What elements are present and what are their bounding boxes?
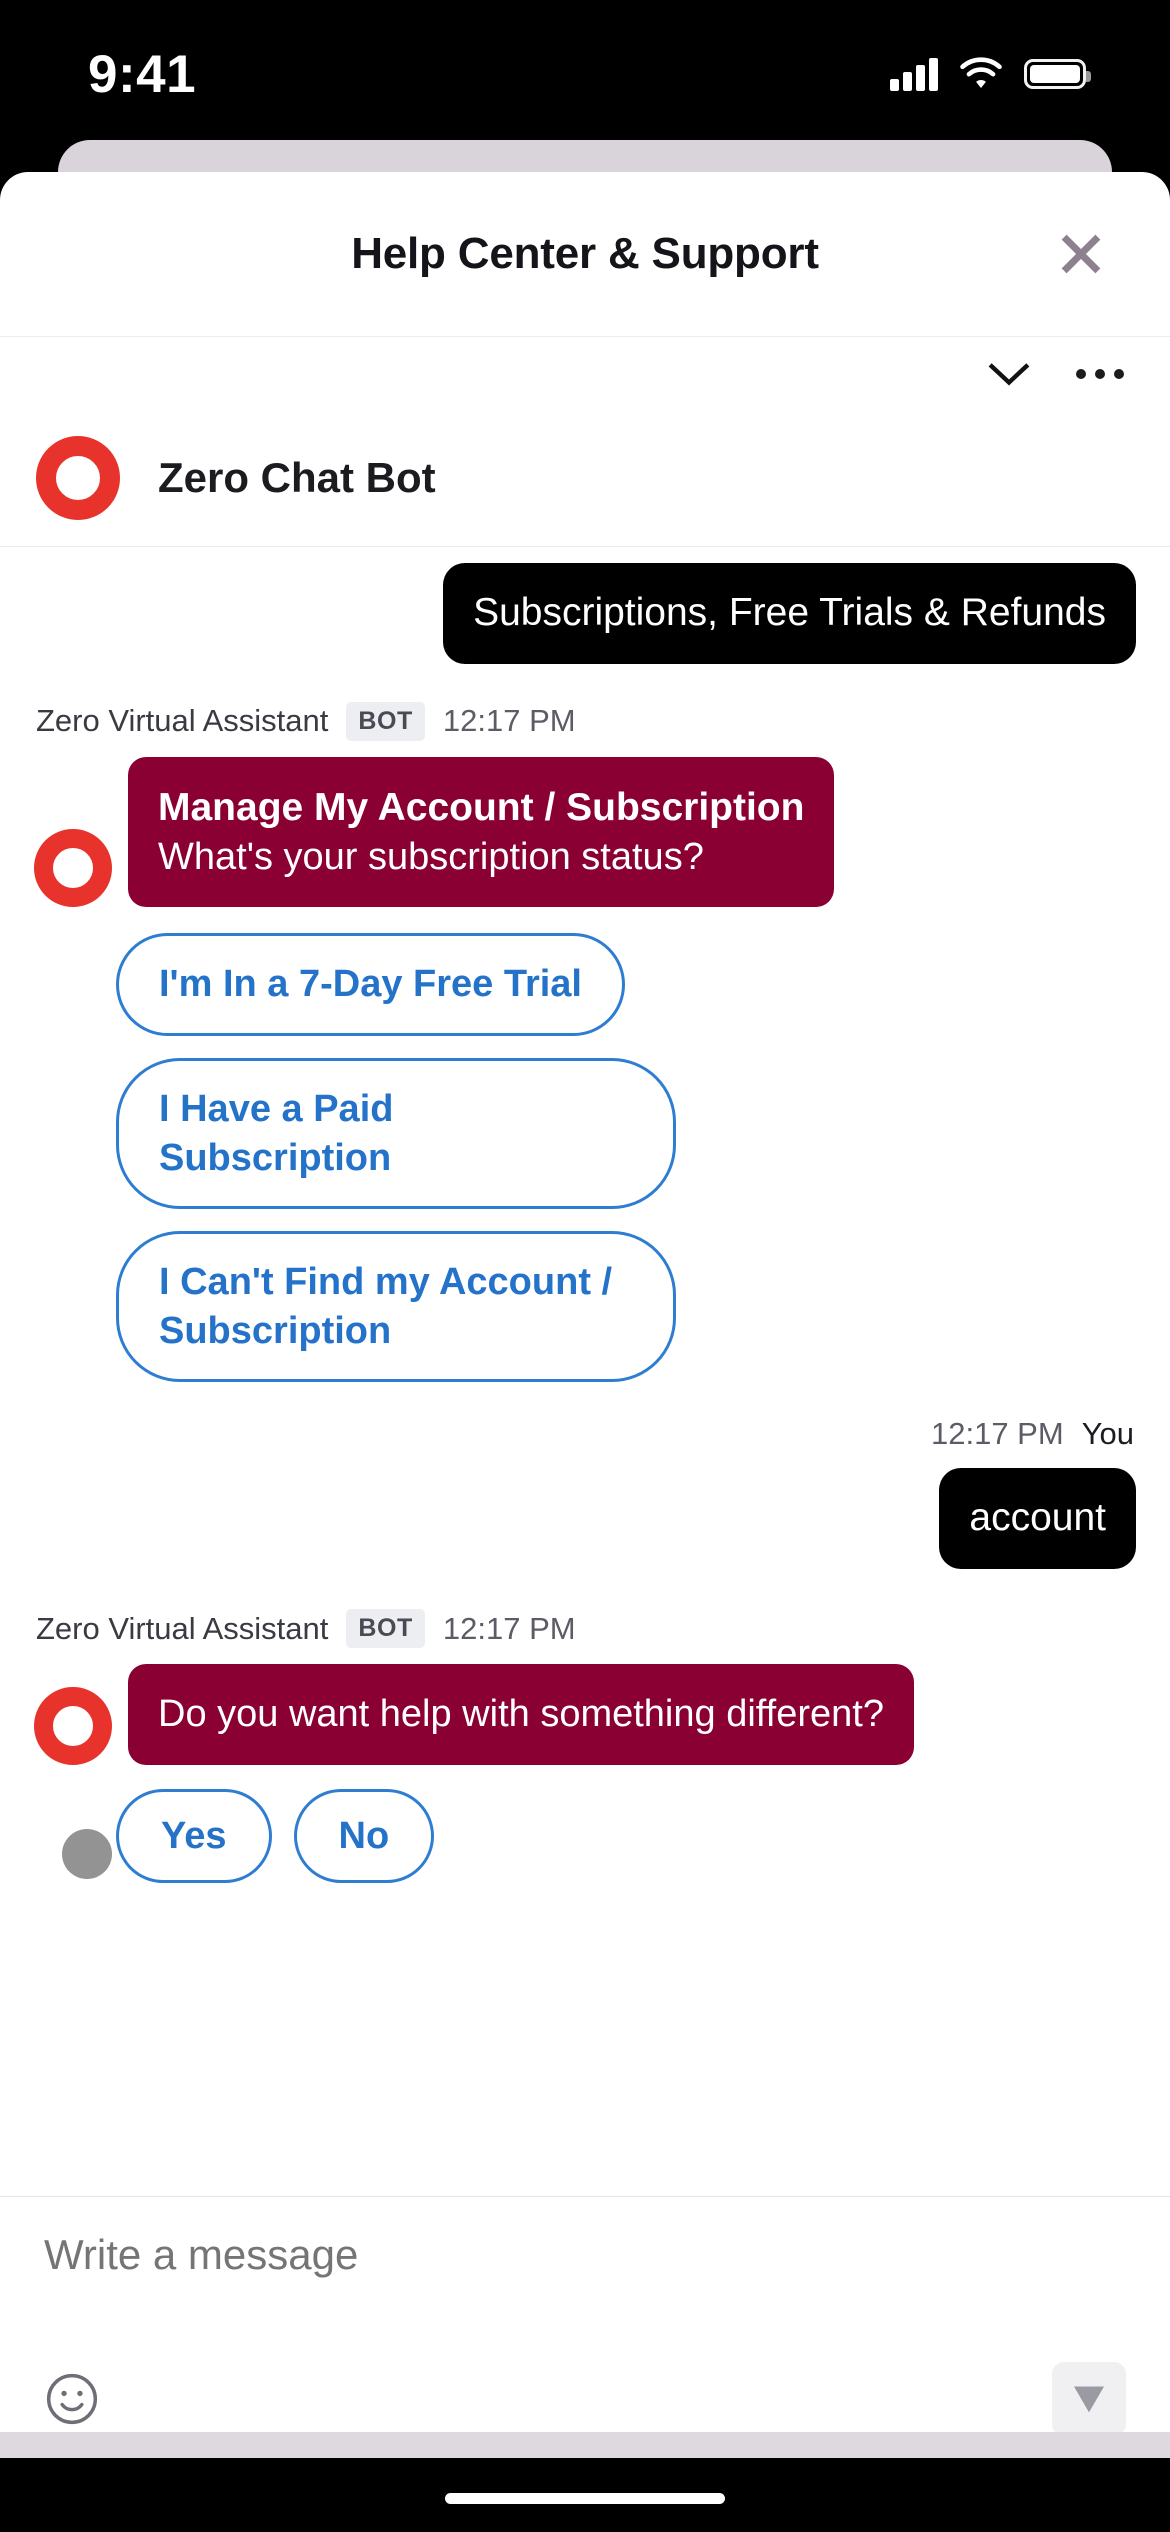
- close-button[interactable]: [1046, 219, 1116, 289]
- message-row-bot-different: Do you want help with something differen…: [0, 1664, 1170, 1765]
- emoji-button[interactable]: [44, 2371, 100, 2427]
- message-row-bot-subscription: Manage My Account / Subscription What's …: [0, 756, 1170, 908]
- bot-author-name: Zero Virtual Assistant: [36, 1610, 329, 1646]
- home-indicator[interactable]: [445, 2493, 725, 2504]
- bot-message-meta: Zero Virtual Assistant BOT 12:17 PM: [0, 1609, 1170, 1649]
- chevron-down-icon: [988, 363, 1030, 386]
- bot-message-body: Do you want help with something differen…: [158, 1693, 884, 1736]
- message-input[interactable]: [44, 2231, 1126, 2279]
- bot-message-bubble: Manage My Account / Subscription What's …: [128, 756, 835, 908]
- quick-reply-yes[interactable]: Yes: [116, 1788, 272, 1884]
- quick-reply-cant-find-account[interactable]: I Can't Find my Account / Subscription: [116, 1231, 676, 1383]
- phone-screen: 9:41 Help Center & Support Zero Chat Bot…: [0, 0, 1170, 2532]
- sheet-header: Help Center & Support: [0, 172, 1170, 337]
- quick-reply-no[interactable]: No: [293, 1788, 435, 1884]
- bot-avatar-ring-icon: [34, 829, 112, 908]
- composer-tools: [44, 2362, 1126, 2436]
- bot-avatar-ring-icon: [36, 436, 120, 520]
- message-row-user-account: account: [0, 1468, 1170, 1570]
- conversation-list[interactable]: Subscriptions, Free Trials & Refunds Zer…: [0, 547, 1170, 2196]
- collapse-chat-button[interactable]: [986, 359, 1032, 389]
- quick-reply-options: I'm In a 7-Day Free Trial I Have a Paid …: [0, 933, 1170, 1383]
- battery-icon: [1024, 59, 1091, 89]
- more-options-icon: [1076, 369, 1086, 379]
- message-composer: [0, 2196, 1170, 2458]
- user-message-author: You: [1081, 1416, 1134, 1452]
- user-message-bubble: Subscriptions, Free Trials & Refunds: [443, 563, 1136, 664]
- send-icon: [1074, 2386, 1104, 2413]
- quick-reply-paid-subscription[interactable]: I Have a Paid Subscription: [116, 1057, 676, 1210]
- bot-header-bar: Zero Chat Bot: [0, 337, 1170, 547]
- bot-avatar-ring-icon: [34, 1686, 112, 1765]
- bot-author-name: Zero Virtual Assistant: [36, 703, 329, 739]
- close-icon: [1061, 234, 1101, 274]
- bot-message-title: Manage My Account / Subscription: [158, 785, 805, 829]
- user-message-bubble: account: [939, 1468, 1136, 1570]
- user-message-time: 12:17 PM: [930, 1416, 1064, 1452]
- send-button[interactable]: [1052, 2362, 1126, 2436]
- status-time: 9:41: [88, 44, 197, 104]
- cellular-signal-icon: [890, 57, 938, 91]
- bot-identity: Zero Chat Bot: [0, 436, 436, 520]
- more-options-button[interactable]: [1076, 369, 1124, 379]
- touch-indicator: [62, 1828, 112, 1879]
- user-message-meta: 12:17 PM You: [0, 1416, 1170, 1452]
- bot-message-bubble: Do you want help with something differen…: [128, 1664, 914, 1765]
- sheet-bottom-strip: [0, 2432, 1170, 2458]
- bot-header-actions: [986, 359, 1124, 389]
- help-center-sheet: Help Center & Support Zero Chat Bot Subs…: [0, 172, 1170, 2458]
- bot-name: Zero Chat Bot: [158, 454, 436, 501]
- status-bar: 9:41: [0, 0, 1170, 148]
- bot-badge: BOT: [346, 701, 425, 741]
- emoji-smiley-icon: [46, 2373, 98, 2425]
- message-row-user-topic: Subscriptions, Free Trials & Refunds: [0, 563, 1170, 664]
- page-title: Help Center & Support: [351, 229, 819, 278]
- bot-badge: BOT: [346, 1609, 425, 1649]
- yes-no-options: Yes No: [0, 1788, 1170, 1884]
- bot-message-body: What's your subscription status?: [158, 835, 704, 878]
- wifi-icon: [960, 57, 1002, 88]
- bot-message-time: 12:17 PM: [442, 703, 576, 739]
- bot-message-meta: Zero Virtual Assistant BOT 12:17 PM: [0, 701, 1170, 741]
- status-indicators: [890, 57, 1091, 91]
- bot-message-time: 12:17 PM: [442, 1610, 576, 1646]
- quick-reply-free-trial[interactable]: I'm In a 7-Day Free Trial: [116, 933, 625, 1036]
